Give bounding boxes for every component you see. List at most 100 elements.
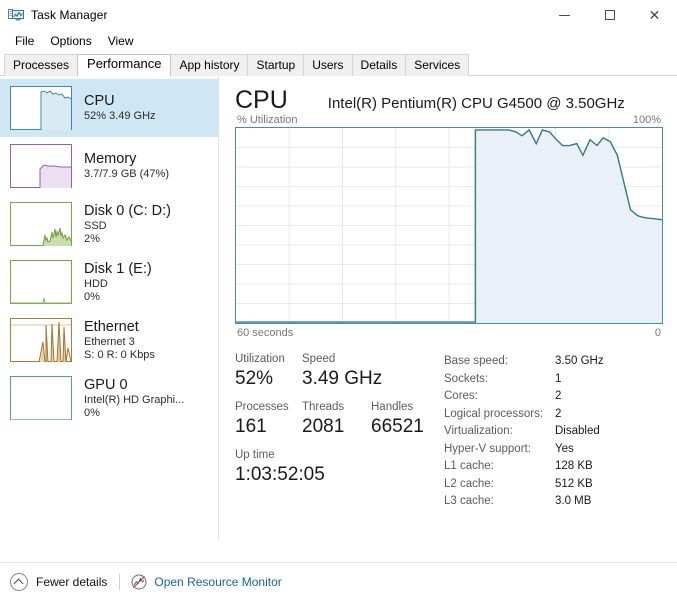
graph-x-axis-end: 0 bbox=[654, 327, 661, 339]
spec-cores-value: 2 bbox=[555, 390, 562, 402]
stat-processes-label: Processes bbox=[235, 401, 289, 413]
stat-utilization-label: Utilization bbox=[235, 353, 285, 365]
menu-item-options[interactable]: Options bbox=[43, 32, 98, 50]
spec-l2-cache-label: L2 cache: bbox=[444, 477, 494, 490]
graph-x-axis-start: 60 seconds bbox=[237, 327, 294, 339]
stat-processes-value: 161 bbox=[235, 416, 267, 437]
sidebar-item-memory[interactable]: Memory 3.7/7.9 GB (47%) bbox=[0, 137, 218, 195]
spec-cores: Cores: 2 bbox=[444, 388, 663, 406]
menu-item-view[interactable]: View bbox=[101, 32, 141, 50]
stat-processes: Processes 161 bbox=[235, 400, 302, 439]
content-area: CPU 52% 3.49 GHz Memory 3.7/7.9 GB (47%) bbox=[0, 76, 677, 540]
tab-users[interactable]: Users bbox=[303, 54, 353, 76]
stat-row-3: Up time 1:03:52:05 bbox=[235, 448, 440, 487]
sidebar-disk-1-sub1: HDD bbox=[84, 277, 108, 290]
status-bar: Fewer details Open Resource Monitor bbox=[0, 562, 677, 600]
gpu-0-thumbnail-graph bbox=[10, 376, 72, 420]
minimize-icon bbox=[559, 14, 570, 16]
open-resource-monitor-button[interactable]: Open Resource Monitor bbox=[131, 574, 282, 590]
spec-base-speed-value: 3.50 GHz bbox=[555, 355, 604, 367]
cpu-graph-svg bbox=[236, 128, 662, 323]
spec-cores-label: Cores: bbox=[444, 390, 478, 402]
window-title: Task Manager bbox=[31, 8, 108, 22]
sidebar-gpu-0-sub2: 0% bbox=[84, 407, 100, 420]
stat-threads-label: Threads bbox=[302, 401, 345, 413]
chevron-up-icon bbox=[10, 572, 28, 591]
maximize-icon bbox=[604, 10, 615, 20]
spec-virtualization-label: Virtualization: bbox=[444, 425, 513, 437]
sidebar-item-disk-0[interactable]: Disk 0 (C: D:) SSD 2% bbox=[0, 195, 218, 253]
sidebar-disk-0-sub1: SSD bbox=[84, 219, 107, 232]
maximize-button[interactable] bbox=[587, 0, 632, 30]
minimize-button[interactable] bbox=[542, 0, 587, 30]
sidebar-item-gpu-0[interactable]: GPU 0 Intel(R) HD Graphi... 0% bbox=[0, 369, 218, 427]
spec-base-speed: Base speed: 3.50 GHz bbox=[444, 353, 663, 371]
sidebar-cpu-title: CPU bbox=[84, 93, 115, 110]
sidebar-ethernet-title: Ethernet bbox=[84, 318, 139, 335]
page-title: CPU bbox=[235, 86, 288, 114]
spec-l1-cache: L1 cache: 128 KB bbox=[444, 458, 663, 476]
sidebar-gpu-0-title: GPU 0 bbox=[84, 376, 128, 393]
task-manager-icon bbox=[8, 7, 24, 23]
spec-hyperv-support-label: Hyper-V support: bbox=[444, 442, 531, 455]
tab-strip: Processes Performance App history Startu… bbox=[0, 52, 677, 76]
stat-speed-label: Speed bbox=[302, 353, 336, 365]
ethernet-thumbnail-graph bbox=[10, 318, 72, 362]
cpu-utilization-graph[interactable] bbox=[235, 127, 663, 324]
cpu-model-name: Intel(R) Pentium(R) CPU G4500 @ 3.50GHz bbox=[327, 95, 625, 112]
tab-startup[interactable]: Startup bbox=[247, 54, 305, 76]
tab-services[interactable]: Services bbox=[405, 54, 470, 76]
fewer-details-button[interactable]: Fewer details bbox=[10, 572, 107, 591]
stat-uptime-label: Up time bbox=[235, 449, 275, 461]
cpu-stats: Utilization 52% Speed 3.49 GHz Processes… bbox=[235, 352, 663, 511]
spec-base-speed-label: Base speed: bbox=[444, 355, 508, 367]
resource-monitor-icon bbox=[131, 574, 147, 590]
stat-uptime-value: 1:03:52:05 bbox=[235, 464, 325, 485]
sidebar-item-cpu[interactable]: CPU 52% 3.49 GHz bbox=[0, 79, 218, 137]
memory-info: Memory 3.7/7.9 GB (47%) bbox=[84, 151, 169, 181]
spec-sockets-label: Sockets: bbox=[444, 372, 489, 385]
spec-hyperv-support: Hyper-V support: Yes bbox=[444, 441, 663, 459]
sidebar-disk-1-title: Disk 1 (E:) bbox=[84, 260, 152, 277]
spec-sockets: Sockets: 1 bbox=[444, 371, 663, 389]
window-controls: ✕ bbox=[542, 0, 677, 30]
stat-row-2: Processes 161 Threads 2081 Handles 66521 bbox=[235, 400, 440, 439]
graph-y-axis-label: % Utilization bbox=[237, 114, 298, 126]
menu-item-file[interactable]: File bbox=[8, 32, 41, 50]
stat-threads-value: 2081 bbox=[302, 416, 345, 437]
disk-1-thumbnail-graph bbox=[10, 260, 72, 304]
tab-app-history[interactable]: App history bbox=[170, 54, 249, 76]
cpu-spec-list: Base speed: 3.50 GHz Sockets: 1 Cores: 2… bbox=[440, 352, 663, 511]
title-bar: Task Manager ✕ bbox=[0, 0, 677, 30]
spec-virtualization-value: Disabled bbox=[555, 425, 600, 437]
spec-l3-cache-value: 3.0 MB bbox=[555, 495, 592, 507]
sidebar-item-disk-1[interactable]: Disk 1 (E:) HDD 0% bbox=[0, 253, 218, 311]
spec-l3-cache-label: L3 cache: bbox=[444, 495, 494, 507]
spec-l2-cache-value: 512 KB bbox=[555, 477, 593, 490]
tab-details[interactable]: Details bbox=[351, 54, 407, 76]
sidebar-gpu-0-sub1: Intel(R) HD Graphi... bbox=[84, 393, 185, 406]
close-icon: ✕ bbox=[648, 7, 661, 23]
stat-handles: Handles 66521 bbox=[371, 400, 440, 439]
task-manager-window: Task Manager ✕ File Options View Process… bbox=[0, 0, 677, 600]
sidebar-cpu-sub1: 52% 3.49 GHz bbox=[84, 110, 156, 123]
ethernet-info: Ethernet Ethernet 3 S: 0 R: 0 Kbps bbox=[84, 319, 155, 362]
memory-thumbnail-graph bbox=[10, 144, 72, 188]
tab-performance[interactable]: Performance bbox=[77, 54, 172, 76]
spec-l3-cache: L3 cache: 3.0 MB bbox=[444, 493, 663, 511]
gpu-0-info: GPU 0 Intel(R) HD Graphi... 0% bbox=[84, 377, 184, 420]
stat-utilization: Utilization 52% bbox=[235, 352, 302, 391]
cpu-info: CPU 52% 3.49 GHz bbox=[84, 93, 156, 123]
sidebar-item-ethernet[interactable]: Ethernet Ethernet 3 S: 0 R: 0 Kbps bbox=[0, 311, 218, 369]
sidebar-memory-title: Memory bbox=[84, 151, 137, 168]
open-resource-monitor-label[interactable]: Open Resource Monitor bbox=[154, 575, 281, 589]
close-button[interactable]: ✕ bbox=[632, 0, 677, 30]
tab-processes[interactable]: Processes bbox=[4, 54, 79, 76]
stat-threads: Threads 2081 bbox=[302, 400, 371, 439]
spec-virtualization: Virtualization: Disabled bbox=[444, 423, 663, 441]
spec-logical-processors-value: 2 bbox=[555, 407, 562, 420]
spec-l1-cache-value: 128 KB bbox=[555, 460, 593, 472]
cpu-stats-left: Utilization 52% Speed 3.49 GHz Processes… bbox=[235, 352, 440, 511]
sidebar-ethernet-sub1: Ethernet 3 bbox=[84, 335, 135, 348]
graph-y-axis-max: 100% bbox=[632, 114, 661, 126]
